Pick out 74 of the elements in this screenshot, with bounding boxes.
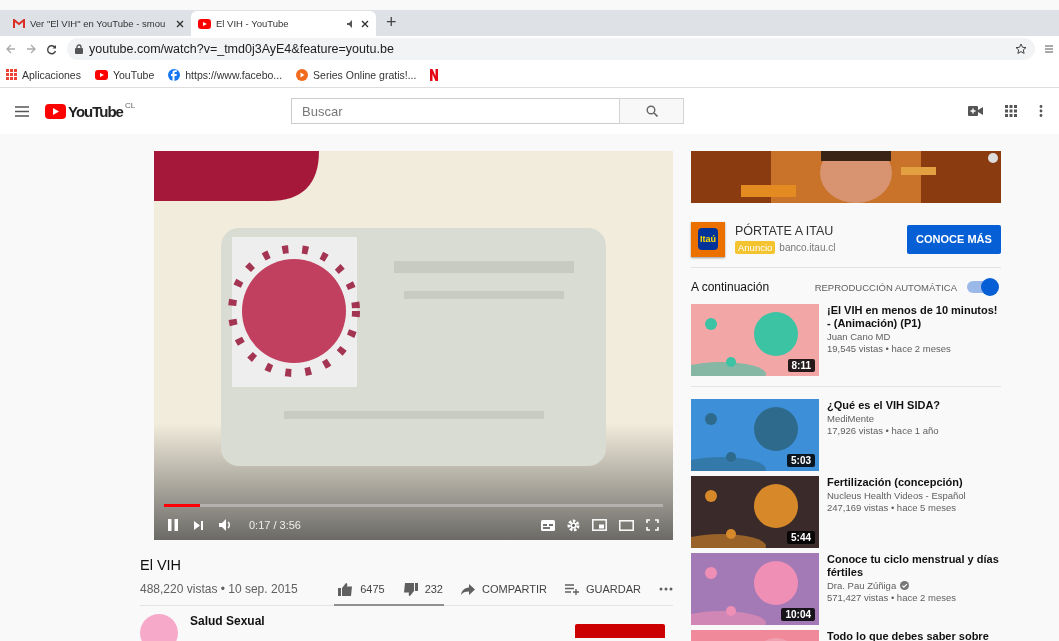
more-icon[interactable] (659, 587, 673, 591)
view-count: 488,220 vistas • 10 sep. 2015 (140, 582, 298, 596)
pause-icon[interactable] (168, 519, 178, 531)
time-display: 0:17 / 3:56 (249, 519, 301, 531)
settings-icon[interactable] (567, 518, 580, 532)
volume-icon[interactable] (219, 519, 233, 531)
video-title: El VIH (140, 557, 183, 573)
video-title[interactable]: ¡El VIH en menos de 10 minutos! - (Animación) (P1) (827, 304, 1001, 330)
video-duration: 10:04 (781, 608, 815, 621)
channel-name[interactable]: Nucleus Health Videos - Español (827, 490, 966, 501)
new-tab-button[interactable]: + (386, 12, 397, 33)
verified-check-icon (900, 581, 910, 590)
url-text: youtube.com/watch?v=_tmd0j3AyE4&feature=youtu.be (89, 42, 394, 56)
play-logo-icon (94, 69, 108, 80)
ad-badge: Anuncio (735, 241, 776, 254)
miniplayer-icon[interactable] (592, 519, 607, 531)
video-duration: 8:11 (787, 359, 815, 372)
autoplay-label: REPRODUCCIÓN AUTOMÁTICA (814, 281, 957, 293)
close-icon[interactable] (176, 19, 184, 28)
bookmark[interactable]: YouTube (94, 68, 155, 81)
bookmark[interactable]: https://www.facebo... (168, 68, 283, 81)
share-arrow-icon (461, 583, 475, 595)
theater-mode-icon[interactable] (619, 519, 634, 531)
apps-grid-icon[interactable] (1005, 105, 1017, 117)
video-meta: 247,169 vistas • hace 5 meses (827, 502, 957, 513)
browser-tab[interactable]: Ver "El VIH" en YouTube - smou (6, 11, 191, 36)
apps-grid-icon (6, 69, 17, 80)
thumbs-down-icon (402, 582, 418, 596)
youtube-logo[interactable]: YouTube$^{CL}$ (45, 102, 275, 120)
search-button[interactable] (619, 98, 684, 124)
share-button[interactable]: COMPARTIR (461, 583, 547, 595)
bank-logo: Itaú (691, 221, 725, 257)
learn-more-button[interactable]: CONOCE MÁS (907, 224, 1001, 254)
play-circle-icon (296, 68, 309, 81)
video-duration: 5:44 (787, 531, 815, 544)
more-icon[interactable] (1039, 105, 1043, 117)
menu-icon[interactable] (15, 105, 29, 117)
subtitles-icon[interactable] (541, 519, 555, 531)
video-camera-icon[interactable] (968, 106, 983, 116)
thumbs-up-icon (338, 582, 354, 596)
close-icon[interactable] (361, 19, 369, 28)
add-to-playlist-icon (565, 583, 579, 595)
channel-name[interactable]: Juan Cano MD (827, 331, 891, 342)
channel-name[interactable]: Dra. Pau Zúñiga (827, 580, 897, 591)
video-title[interactable]: ¿Qué es el VIH SIDA? (827, 399, 1001, 412)
letter-logo-icon (430, 68, 439, 81)
channel-name[interactable]: MediMente (827, 413, 874, 424)
channel-name[interactable]: Salud Sexual (190, 614, 265, 628)
globe-icon (168, 68, 181, 81)
play-logo-icon (198, 18, 211, 29)
next-icon[interactable] (194, 520, 203, 530)
bookmark[interactable]: Aplicaciones (6, 68, 81, 81)
reload-icon[interactable] (46, 43, 57, 55)
video-title[interactable]: Conoce tu ciclo menstrual y días fértiles (827, 553, 1001, 579)
search-field[interactable]: Buscar (291, 98, 619, 124)
address-bar[interactable]: youtube.com/watch?v=_tmd0j3AyE4&feature=youtu.be (67, 38, 1035, 60)
search-icon (645, 105, 658, 117)
section-heading: A continuación (691, 280, 770, 294)
ad-domain: banco.itau.cl (779, 242, 836, 253)
star-icon[interactable] (1015, 43, 1027, 55)
video-meta: 17,926 vistas • hace 1 año (827, 425, 940, 436)
lock-icon (75, 44, 83, 54)
save-button[interactable]: GUARDAR (565, 583, 641, 595)
like-button[interactable]: 6475 (338, 582, 385, 596)
video-title[interactable]: Fertilización (concepción) (827, 476, 1001, 489)
video-duration: 5:03 (787, 454, 815, 467)
mail-icon (13, 18, 25, 29)
video-meta: 19,545 vistas • hace 2 meses (827, 343, 952, 354)
browser-tab[interactable]: El VIH - YouTube (191, 11, 376, 36)
fullscreen-icon[interactable] (646, 519, 659, 531)
dislike-button[interactable]: 232 (402, 582, 443, 596)
ad-headline: PÓRTATE A ITAU (735, 224, 835, 238)
video-meta: 571,427 vistas • hace 2 meses (827, 592, 957, 603)
bookmark[interactable]: Series Online gratis!... (296, 68, 417, 81)
